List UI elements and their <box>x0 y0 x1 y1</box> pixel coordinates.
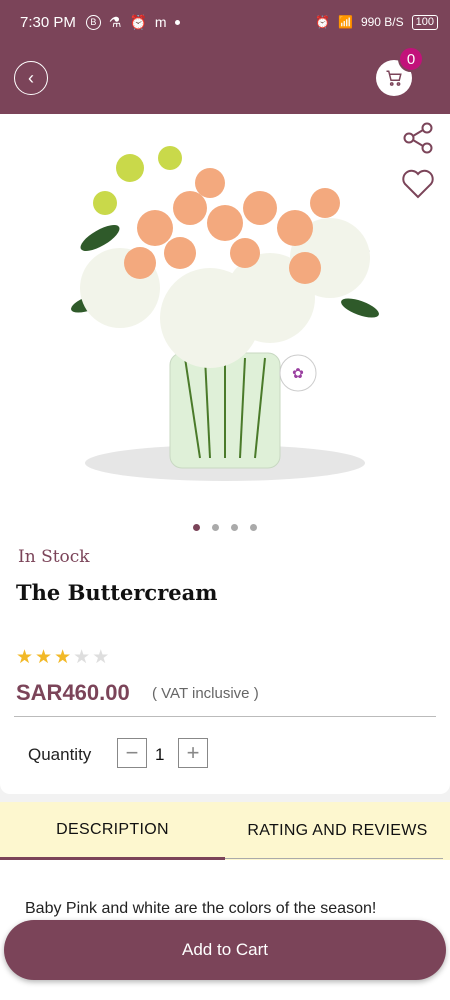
minus-icon: − <box>125 740 139 765</box>
status-bar: 7:30 PM B ⚗ ⏰ m ⏰ 📶 990 B/S 100 <box>0 0 450 44</box>
status-time: 7:30 PM <box>20 13 76 31</box>
net-speed: 990 B/S <box>360 15 404 29</box>
chevron-left-icon: ‹ <box>28 67 34 88</box>
notification-dot-icon <box>174 19 180 25</box>
carousel-dot[interactable] <box>193 524 200 531</box>
product-title: The Buttercream <box>16 580 218 605</box>
vat-note: ( VAT inclusive ) <box>152 685 259 702</box>
alarm-icon: ⏰ <box>129 13 147 30</box>
tab-description[interactable]: DESCRIPTION <box>0 802 225 860</box>
quantity-decrease-button[interactable]: − <box>117 738 147 768</box>
star-icon: ★ <box>92 647 110 668</box>
carousel-dot[interactable] <box>212 524 219 531</box>
carousel-indicator <box>0 524 450 531</box>
app-bar: ‹ 0 <box>0 44 450 114</box>
description-text: Baby Pink and white are the colors of th… <box>25 900 377 917</box>
star-icon: ★ <box>35 647 53 668</box>
heart-icon[interactable] <box>400 166 436 202</box>
battery-icon: 100 <box>411 14 438 30</box>
wifi-icon: 📶 <box>337 15 353 29</box>
status-left-icons: B ⚗ ⏰ m <box>85 13 180 31</box>
m-icon: m <box>154 14 167 30</box>
quantity-label: Quantity <box>28 745 92 764</box>
product-image[interactable]: ✿ <box>60 128 390 498</box>
add-to-cart-button[interactable]: Add to Cart <box>4 920 446 980</box>
rating-stars: ★ ★ ★ ★ ★ <box>16 646 109 669</box>
tab-rating-and-reviews[interactable]: RATING AND REVIEWS <box>225 802 450 860</box>
star-icon: ★ <box>16 647 34 668</box>
plus-icon: + <box>186 740 200 765</box>
svg-text:✿: ✿ <box>292 365 304 381</box>
divider <box>14 716 436 717</box>
star-icon: ★ <box>73 647 91 668</box>
quantity-value: 1 <box>155 745 165 764</box>
back-button[interactable]: ‹ <box>14 61 48 95</box>
star-icon: ★ <box>54 647 72 668</box>
cart-count-badge: 0 <box>398 46 424 72</box>
carousel-dot[interactable] <box>250 524 257 531</box>
cart-icon <box>386 70 402 86</box>
product-price: SAR460.00 <box>16 680 130 705</box>
alarm-clock-icon: ⏰ <box>315 15 330 29</box>
carousel-dot[interactable] <box>231 524 238 531</box>
b-icon: B <box>85 14 101 30</box>
product-card: ✿ In Stock The Buttercream ★ ★ ★ ★ ★ SAR… <box>0 114 450 794</box>
share-icon[interactable] <box>400 120 436 156</box>
tab-divider <box>225 858 443 859</box>
status-right-icons: ⏰ 📶 990 B/S 100 <box>315 14 438 30</box>
flask-icon: ⚗ <box>108 13 122 30</box>
stock-status: In Stock <box>18 547 90 567</box>
quantity-increase-button[interactable]: + <box>178 738 208 768</box>
product-tabs: DESCRIPTION RATING AND REVIEWS <box>0 802 450 860</box>
